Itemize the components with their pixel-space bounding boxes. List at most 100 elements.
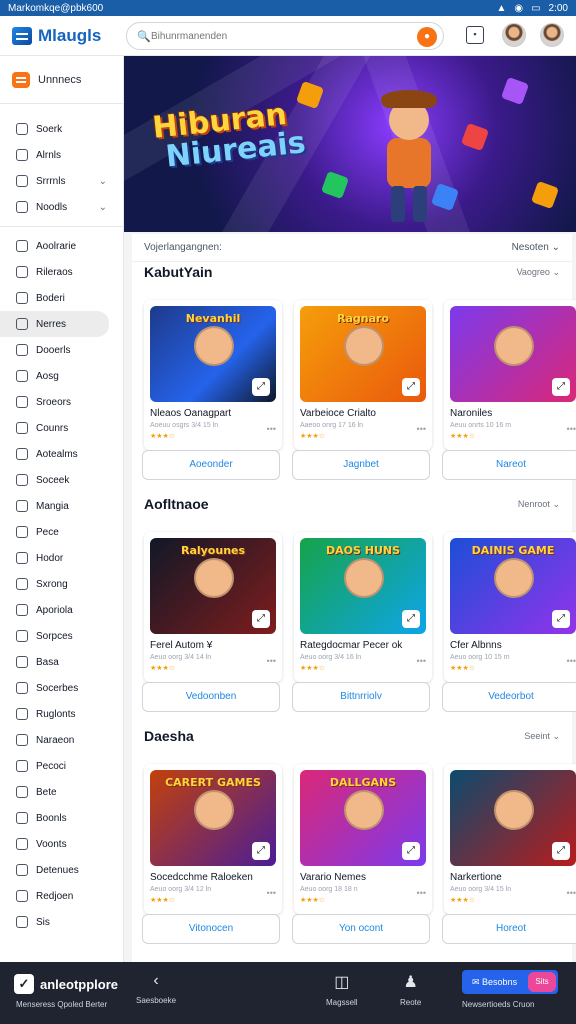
sidebar-item[interactable]: Noodls ⌄ (0, 194, 123, 220)
chevron-down-icon: ⌄ (552, 730, 560, 741)
sidebar-item[interactable]: Basa (0, 649, 123, 675)
search-input[interactable] (151, 30, 391, 42)
sidebar-item[interactable]: Aotealms (0, 441, 123, 467)
search-box[interactable]: 🔍 ● (126, 22, 444, 50)
more-options-icon[interactable]: ••• (567, 888, 576, 898)
more-options-icon[interactable]: ••• (417, 656, 426, 666)
expand-icon[interactable]: ⤢ (552, 842, 570, 860)
expand-icon[interactable]: ⤢ (252, 378, 270, 396)
sidebar-item[interactable]: Boderi (0, 285, 123, 311)
sidebar-item[interactable]: Soceek (0, 467, 123, 493)
sidebar-item[interactable]: Pece (0, 519, 123, 545)
expand-icon[interactable]: ⤢ (402, 610, 420, 628)
game-thumbnail[interactable]: DALLGANS ⤢ (300, 770, 426, 866)
game-card[interactable]: DALLGANS ⤢ Varario Nemes Aeuo oorg 18 18 n ★… (292, 764, 432, 944)
game-thumbnail[interactable]: DAOS HUNS ⤢ (300, 538, 426, 634)
sidebar-item[interactable]: Naraeon (0, 727, 123, 753)
sidebar-item[interactable]: Sroeors (0, 389, 123, 415)
more-options-icon[interactable]: ••• (267, 424, 276, 434)
game-thumbnail[interactable]: Ragnaro ⤢ (300, 306, 426, 402)
sidebar-item[interactable]: Counrs (0, 415, 123, 441)
card-action-button[interactable]: Aoeonder (142, 450, 280, 480)
game-card[interactable]: ⤢ Naroniles Aeuu onrts 10 16 m ★★★☆ ••• Nareo… (442, 300, 576, 480)
sidebar-item[interactable]: Sxrong (0, 571, 123, 597)
game-thumbnail[interactable]: ⤢ (450, 306, 576, 402)
card-action-button[interactable]: Vedoonben (142, 682, 280, 712)
sidebar-item[interactable]: Sorpces (0, 623, 123, 649)
game-thumbnail[interactable]: ⤢ (450, 770, 576, 866)
section-more[interactable]: Nenroot ⌄ (518, 499, 560, 510)
game-card[interactable]: ⤢ Narkertione Aeuo oorg 3/4 15 ln ★★★☆ ••• Ho… (442, 764, 576, 944)
bottom-nav-back[interactable]: ‹ Saesboeke (136, 972, 176, 1005)
game-thumbnail[interactable]: Nevanhil ⤢ (150, 306, 276, 402)
sidebar-item[interactable]: Pecoci (0, 753, 123, 779)
sidebar-item[interactable]: Soerk (0, 116, 123, 142)
sidebar-item[interactable]: Hodor (0, 545, 123, 571)
expand-icon[interactable]: ⤢ (402, 378, 420, 396)
more-options-icon[interactable]: ••• (567, 424, 576, 434)
sidebar-item[interactable]: Dooerls (0, 337, 123, 363)
sidebar-item[interactable]: Bete (0, 779, 123, 805)
more-options-icon[interactable]: ••• (417, 888, 426, 898)
bottom-brand[interactable]: ✓ anleotpplore (14, 974, 118, 994)
section-more[interactable]: Seeint ⌄ (524, 731, 560, 742)
expand-icon[interactable]: ⤢ (252, 842, 270, 860)
card-action-button[interactable]: Vitonocen (142, 914, 280, 944)
bottom-badge[interactable]: Sits (528, 972, 556, 992)
profile-avatar[interactable] (540, 23, 564, 47)
listing-sort[interactable]: Nesoten ⌄ (512, 242, 560, 253)
card-action-button[interactable]: Horeot (442, 914, 576, 944)
game-card[interactable]: Ralyounes ⤢ Ferel Autom ¥ Aeuo oorg 3/4 14 … (142, 532, 282, 712)
sidebar-item-icon (16, 240, 28, 252)
card-action-button[interactable]: Bittnrriolv (292, 682, 430, 712)
search-submit-icon[interactable]: ● (417, 27, 437, 47)
sidebar-item[interactable]: Ruglonts (0, 701, 123, 727)
game-card[interactable]: CARERT GAMES ⤢ Socedcchme Raloeken Aeuo oor… (142, 764, 282, 944)
expand-icon[interactable]: ⤢ (402, 842, 420, 860)
card-action-button[interactable]: Vedeorbot (442, 682, 576, 712)
sidebar-item[interactable]: Redjoen (0, 883, 123, 909)
game-card[interactable]: Nevanhil ⤢ Nleaos Oanagpart Aoeuu osgrs 3/4… (142, 300, 282, 480)
sidebar-item[interactable]: Rileraos (0, 259, 123, 285)
expand-icon[interactable]: ⤢ (252, 610, 270, 628)
sidebar-item[interactable]: Boonls (0, 805, 123, 831)
bottom-nav-profile[interactable]: ♟ Reote (400, 972, 421, 1007)
sidebar-item[interactable]: Nerres (0, 311, 109, 337)
bottom-nav-messages[interactable]: ◫ Magssell (326, 972, 358, 1007)
status-bar: Markomkqe@pbk600 ▲ ◉ ▭ 2:00 (0, 0, 576, 16)
notification-icon[interactable]: ▪ (466, 26, 484, 44)
sidebar-menu-item[interactable]: Unnnecs (0, 56, 123, 104)
chevron-down-icon[interactable]: ⌄ (99, 202, 107, 213)
chevron-down-icon[interactable]: ⌄ (99, 176, 107, 187)
sidebar-item[interactable]: Mangia (0, 493, 123, 519)
app-logo[interactable]: Mlaugls (12, 26, 124, 46)
game-thumbnail[interactable]: DAINIS GAME ⤢ (450, 538, 576, 634)
sidebar-item[interactable]: Alrnls (0, 142, 123, 168)
sidebar-item[interactable]: Aosg (0, 363, 123, 389)
more-options-icon[interactable]: ••• (417, 424, 426, 434)
hero-banner[interactable]: Hiburan Niureais (124, 56, 576, 232)
game-thumbnail[interactable]: Ralyounes ⤢ (150, 538, 276, 634)
card-action-button[interactable]: Jagnbet (292, 450, 430, 480)
section-more[interactable]: Vaogreo ⌄ (517, 267, 560, 278)
more-options-icon[interactable]: ••• (267, 656, 276, 666)
sidebar-item[interactable]: Voonts (0, 831, 123, 857)
card-action-button[interactable]: Yon ocont (292, 914, 430, 944)
sidebar-item[interactable]: Detenues (0, 857, 123, 883)
expand-icon[interactable]: ⤢ (552, 610, 570, 628)
expand-icon[interactable]: ⤢ (552, 378, 570, 396)
avatar[interactable] (502, 23, 526, 47)
game-thumbnail[interactable]: CARERT GAMES ⤢ (150, 770, 276, 866)
sidebar-item[interactable]: Sis (0, 909, 123, 935)
card-action-button[interactable]: Nareot (442, 450, 576, 480)
game-card[interactable]: DAOS HUNS ⤢ Rategdocmar Pecer ok Aeuo oorg … (292, 532, 432, 712)
sidebar-item[interactable]: Aoolrarie (0, 233, 123, 259)
game-card[interactable]: DAINIS GAME ⤢ Cfer Albnns Aeuo oorg 10 15 m… (442, 532, 576, 712)
sidebar-item[interactable]: Socerbes (0, 675, 123, 701)
sidebar-item[interactable]: Srrrnls ⌄ (0, 168, 123, 194)
more-options-icon[interactable]: ••• (567, 656, 576, 666)
game-card[interactable]: Ragnaro ⤢ Varbeioce Crialto Aaeoo onrg 17 1… (292, 300, 432, 480)
game-meta: Aeuo oorg 3/4 15 ln (450, 886, 512, 893)
more-options-icon[interactable]: ••• (267, 888, 276, 898)
sidebar-item[interactable]: Aporiola (0, 597, 123, 623)
